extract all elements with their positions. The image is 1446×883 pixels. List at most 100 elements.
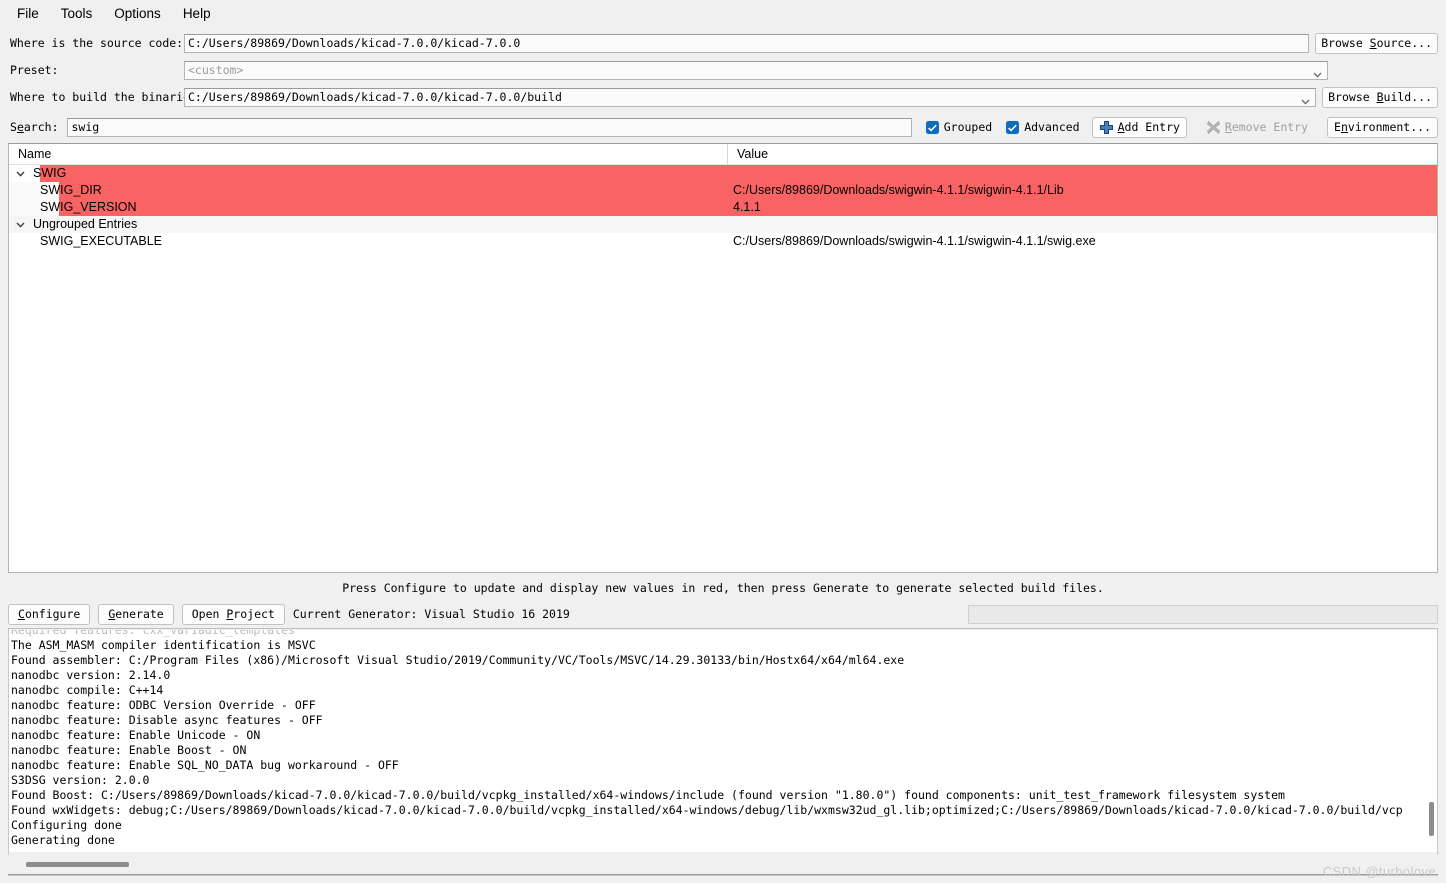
row-name-cell[interactable]: SWIG bbox=[9, 165, 727, 182]
remove-entry-mnemonic: R bbox=[1224, 120, 1232, 134]
preset-select[interactable] bbox=[184, 60, 1328, 80]
advanced-label: Advanced bbox=[1024, 120, 1080, 134]
row-name: SWIG bbox=[33, 166, 67, 180]
row-value[interactable]: C:/Users/89869/Downloads/swigwin-4.1.1/s… bbox=[727, 233, 1437, 250]
browse-build-button[interactable]: Browse Build... bbox=[1322, 86, 1438, 108]
checkmark-icon bbox=[1006, 120, 1020, 134]
table-header-row: Name Value bbox=[9, 144, 1437, 165]
log-vertical-scrollbar[interactable] bbox=[1424, 630, 1438, 852]
open-project-button[interactable]: Open Project bbox=[181, 603, 285, 625]
row-name-cell[interactable]: SWIG_VERSION bbox=[9, 199, 727, 216]
advanced-checkbox[interactable]: Advanced bbox=[1006, 120, 1080, 134]
source-label: Where is the source code: bbox=[10, 36, 184, 50]
log-line: Found wxWidgets: debug;C:/Users/89869/Do… bbox=[11, 803, 1403, 817]
log-output-text: Required features: cxx_variadic_template… bbox=[8, 630, 1438, 848]
row-name-cell[interactable]: SWIG_DIR bbox=[9, 182, 727, 199]
browse-build-pre: Browse bbox=[1328, 90, 1377, 104]
configure-post: onfigure bbox=[24, 607, 81, 621]
add-entry-button[interactable]: Add Entry bbox=[1091, 116, 1187, 138]
search-label: Search: bbox=[8, 120, 59, 134]
table-row[interactable]: SWIG_EXECUTABLE C:/Users/89869/Downloads… bbox=[9, 233, 1437, 250]
table-row[interactable]: SWIG_VERSION 4.1.1 bbox=[9, 199, 1437, 216]
environment-pre: E bbox=[1334, 120, 1341, 134]
generate-button[interactable]: Generate bbox=[98, 603, 174, 625]
open-project-pre: Open bbox=[191, 607, 227, 621]
watermark: CSDN @turbolove bbox=[1322, 864, 1436, 879]
menu-item-file[interactable]: File bbox=[8, 3, 48, 24]
log-line: Found assembler: C:/Program Files (x86)/… bbox=[11, 653, 905, 667]
row-value[interactable]: 4.1.1 bbox=[727, 199, 1437, 216]
current-generator-label: Current Generator: Visual Studio 16 2019 bbox=[292, 607, 570, 621]
add-entry-post: dd Entry bbox=[1124, 120, 1180, 134]
log-line: S3DSG version: 2.0.0 bbox=[11, 773, 150, 787]
log-line: nanodbc feature: ODBC Version Override -… bbox=[11, 698, 316, 712]
configure-button[interactable]: Configure bbox=[8, 603, 91, 625]
environment-button[interactable]: Environment... bbox=[1327, 116, 1438, 138]
log-line-clipped: Required features: cxx_variadic_template… bbox=[11, 630, 295, 637]
log-line: nanodbc compile: C++14 bbox=[11, 683, 164, 697]
grouped-checkbox[interactable]: Grouped bbox=[925, 120, 993, 134]
cache-entry-table: Name Value SWIG SWIG_DIR C:/Users/89869/… bbox=[8, 143, 1438, 573]
row-name: Ungrouped Entries bbox=[33, 217, 138, 231]
row-name: SWIG_EXECUTABLE bbox=[40, 234, 163, 248]
generate-post: enerate bbox=[115, 607, 164, 621]
open-project-post: roject bbox=[233, 607, 275, 621]
grouped-label: Grouped bbox=[943, 120, 993, 134]
log-horizontal-scrollbar[interactable] bbox=[8, 855, 1438, 875]
menu-bar: File Tools Options Help bbox=[0, 0, 1446, 26]
status-message: Press Configure to update and display ne… bbox=[342, 581, 1104, 595]
row-value[interactable] bbox=[727, 216, 1437, 233]
row-name-cell[interactable]: SWIG_EXECUTABLE bbox=[9, 233, 727, 250]
search-input[interactable] bbox=[66, 117, 912, 137]
log-output-panel[interactable]: Required features: cxx_variadic_template… bbox=[8, 630, 1438, 852]
column-header-value[interactable]: Value bbox=[727, 144, 1437, 165]
row-name: SWIG_DIR bbox=[40, 183, 102, 197]
environment-mnemonic: n bbox=[1340, 120, 1348, 134]
remove-entry-button: Remove Entry bbox=[1199, 117, 1315, 138]
table-row[interactable]: Ungrouped Entries bbox=[9, 216, 1437, 233]
browse-source-pre: Browse bbox=[1321, 36, 1370, 50]
search-toolbar: Search: Grouped Advanced Add Entry Remov… bbox=[0, 113, 1446, 141]
x-icon bbox=[1206, 120, 1221, 135]
table-row[interactable]: SWIG_DIR C:/Users/89869/Downloads/swigwi… bbox=[9, 182, 1437, 199]
chevron-down-icon[interactable] bbox=[9, 165, 31, 182]
log-line: Generating done bbox=[11, 833, 115, 847]
menu-item-options[interactable]: Options bbox=[105, 3, 170, 24]
remove-entry-label: Remove Entry bbox=[1225, 120, 1308, 134]
log-line: nanodbc feature: Enable Unicode - ON bbox=[11, 728, 261, 742]
log-line: Configuring done bbox=[11, 818, 122, 832]
menu-item-help[interactable]: Help bbox=[174, 3, 220, 24]
preset-row: Preset: bbox=[8, 57, 1438, 83]
row-name-cell[interactable]: Ungrouped Entries bbox=[9, 216, 727, 233]
log-vertical-scroll-thumb[interactable] bbox=[1429, 802, 1434, 836]
browse-build-mnemonic: B bbox=[1376, 90, 1384, 104]
search-label-pre: S bbox=[10, 120, 17, 134]
browse-source-button[interactable]: Browse Source... bbox=[1315, 32, 1438, 54]
log-line: nanodbc version: 2.14.0 bbox=[11, 668, 171, 682]
path-form: Where is the source code: Browse Source.… bbox=[0, 26, 1446, 113]
preset-label: Preset: bbox=[10, 63, 59, 77]
log-horizontal-scroll-thumb[interactable] bbox=[26, 862, 129, 867]
environment-label: Environment... bbox=[1334, 120, 1431, 134]
plus-icon bbox=[1099, 120, 1114, 135]
row-name: SWIG_VERSION bbox=[40, 200, 137, 214]
column-header-name[interactable]: Name bbox=[9, 144, 727, 165]
table-row[interactable]: SWIG bbox=[9, 165, 1437, 182]
browse-build-post: uild... bbox=[1383, 90, 1432, 104]
build-path-input[interactable] bbox=[184, 87, 1317, 107]
log-line: nanodbc feature: Enable Boost - ON bbox=[11, 743, 247, 757]
log-line: The ASM_MASM compiler identification is … bbox=[11, 638, 316, 652]
row-value[interactable]: C:/Users/89869/Downloads/swigwin-4.1.1/s… bbox=[727, 182, 1437, 199]
source-path-input[interactable] bbox=[184, 33, 1310, 53]
action-button-row: Configure Generate Open Project Current … bbox=[0, 601, 1446, 627]
browse-source-mnemonic: S bbox=[1369, 36, 1377, 50]
progress-bar bbox=[968, 604, 1438, 624]
add-entry-label: Add Entry bbox=[1118, 120, 1180, 134]
source-row: Where is the source code: Browse Source.… bbox=[8, 30, 1438, 56]
log-line: nanodbc feature: Disable async features … bbox=[11, 713, 323, 727]
row-value[interactable] bbox=[727, 165, 1437, 182]
remove-entry-post: emove Entry bbox=[1231, 120, 1309, 134]
browse-source-post: ource... bbox=[1376, 36, 1432, 50]
chevron-down-icon[interactable] bbox=[9, 216, 31, 233]
menu-item-tools[interactable]: Tools bbox=[52, 3, 102, 24]
